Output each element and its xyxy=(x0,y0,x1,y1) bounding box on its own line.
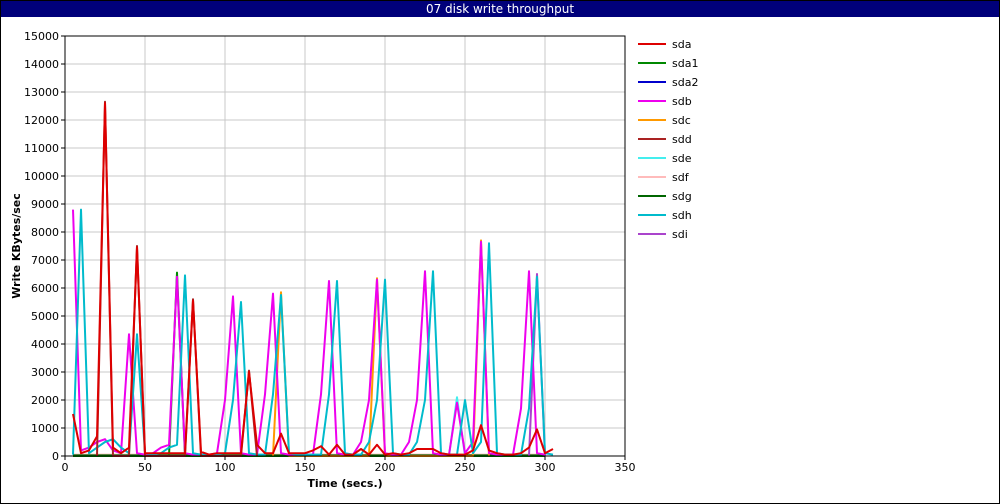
y-tick-label: 11000 xyxy=(24,142,59,155)
plot-area xyxy=(65,36,625,456)
y-tick-label: 6000 xyxy=(31,282,59,295)
y-tick-label: 9000 xyxy=(31,198,59,211)
legend-label-sdb: sdb xyxy=(672,95,692,108)
y-tick-label: 8000 xyxy=(31,226,59,239)
x-tick-label: 50 xyxy=(138,461,152,474)
legend-label-sdc: sdc xyxy=(672,114,691,127)
legend-label-sde: sde xyxy=(672,152,692,165)
y-tick-label: 3000 xyxy=(31,366,59,379)
legend-label-sdh: sdh xyxy=(672,209,692,222)
legend-label-sdi: sdi xyxy=(672,228,688,241)
y-tick-label: 5000 xyxy=(31,310,59,323)
legend-label-sdg: sdg xyxy=(672,190,692,203)
y-tick-label: 12000 xyxy=(24,114,59,127)
chart-canvas: 0100020003000400050006000700080009000100… xyxy=(10,30,698,490)
x-tick-label: 300 xyxy=(535,461,556,474)
y-tick-label: 10000 xyxy=(24,170,59,183)
grid-lines xyxy=(64,35,626,457)
legend-label-sda2: sda2 xyxy=(672,76,698,89)
x-tick-label: 250 xyxy=(455,461,476,474)
legend-label-sda: sda xyxy=(672,38,691,51)
y-tick-label: 13000 xyxy=(24,86,59,99)
y-tick-label: 2000 xyxy=(31,394,59,407)
x-tick-label: 200 xyxy=(375,461,396,474)
y-tick-label: 7000 xyxy=(31,254,59,267)
x-tick-label: 0 xyxy=(62,461,69,474)
x-tick-label: 350 xyxy=(615,461,636,474)
legend-label-sda1: sda1 xyxy=(672,57,698,70)
x-tick-label: 150 xyxy=(295,461,316,474)
y-tick-label: 1000 xyxy=(31,422,59,435)
legend-label-sdd: sdd xyxy=(672,133,692,146)
x-tick-label: 100 xyxy=(215,461,236,474)
y-axis-label: Write KBytes/sec xyxy=(10,193,23,299)
y-tick-label: 0 xyxy=(52,450,59,463)
x-axis-label: Time (secs.) xyxy=(307,477,382,490)
legend: sda sda1 sda2 sdb sdc sdd sde sdf sdg sdh sdi xyxy=(638,38,698,241)
legend-label-sdf: sdf xyxy=(672,171,690,184)
y-tick-label: 4000 xyxy=(31,338,59,351)
y-tick-label: 15000 xyxy=(24,30,59,43)
y-tick-label: 14000 xyxy=(24,58,59,71)
